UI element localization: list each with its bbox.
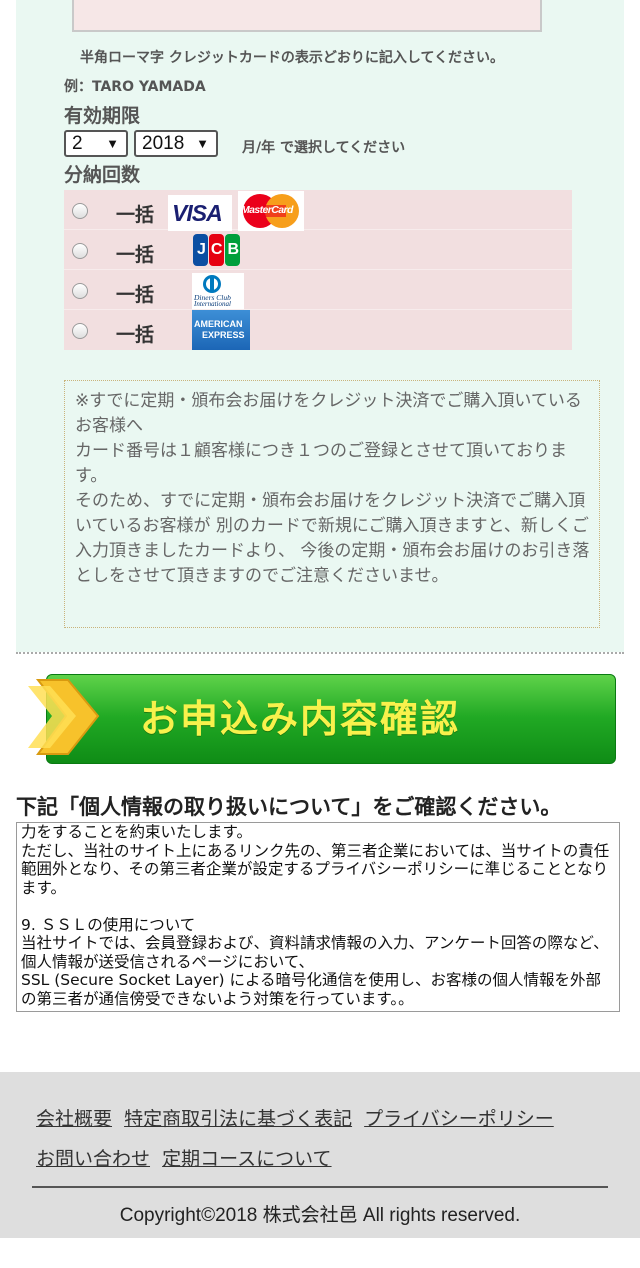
installments-label: 分納回数	[64, 164, 141, 186]
mastercard-logo-icon: MasterCard	[238, 191, 304, 231]
diners-club-logo-icon: Diners Club International	[192, 273, 244, 309]
privacy-title: 下記「個人情報の取り扱いについて」をご確認ください。	[16, 795, 562, 819]
radio-button[interactable]	[72, 203, 88, 219]
visa-logo-icon: VISA	[168, 195, 232, 231]
installment-option-diners[interactable]: 一括 Diners Club International	[64, 270, 572, 310]
installment-option-label: 一括	[116, 204, 155, 226]
expiry-year-select[interactable]: 2018 ▼	[134, 130, 218, 157]
privacy-policy-text: 力をすることを約束いたします。 ただし、当社のサイト上にあるリンク先の、第三者企…	[21, 823, 610, 1008]
expiry-month-select[interactable]: 2 ▼	[64, 130, 128, 157]
name-hint: 半角ローマ字 クレジットカードの表示どおりに記入してください。	[80, 50, 505, 66]
footer-link-contact[interactable]: お問い合わせ	[36, 1148, 150, 1170]
expiry-month-value: 2	[72, 133, 83, 154]
name-example: 例：TARO YAMADA	[64, 79, 206, 95]
copyright: Copyright©2018 株式会社邑 All rights reserved…	[119, 1205, 521, 1226]
installment-option-jcb[interactable]: 一括 JCB	[64, 230, 572, 270]
notice-text: ※すでに定期・頒布会お届けをクレジット決済でご購入頂いているお客様へ カード番号…	[75, 391, 590, 586]
installment-option-label: 一括	[116, 284, 155, 306]
installment-option-visa-master[interactable]: 一括 VISA MasterCard	[64, 190, 572, 231]
footer-links-row-2: お問い合わせ 定期コースについて	[36, 1144, 338, 1171]
installment-option-amex[interactable]: 一括 AMERICAN EXPRESS	[64, 310, 572, 350]
chevron-down-icon: ▼	[106, 136, 119, 151]
footer-link-subscription[interactable]: 定期コースについて	[162, 1148, 331, 1170]
arrow-right-icon	[28, 679, 100, 755]
confirm-order-button[interactable]: お申込み内容確認	[28, 672, 616, 766]
chevron-down-icon: ▼	[196, 136, 209, 151]
cardholder-name-input[interactable]	[72, 0, 542, 32]
footer-links-row-1: 会社概要 特定商取引法に基づく表記 プライバシーポリシー	[36, 1104, 560, 1131]
site-footer: 会社概要 特定商取引法に基づく表記 プライバシーポリシー お問い合わせ 定期コー…	[0, 1072, 640, 1238]
expiry-help: 月/年 で選択してください	[242, 140, 406, 156]
installment-option-label: 一括	[116, 244, 155, 266]
privacy-policy-textarea[interactable]: 力をすることを約束いたします。 ただし、当社のサイト上にあるリンク先の、第三者企…	[16, 822, 620, 1012]
section-divider	[16, 652, 624, 654]
registered-card-notice: ※すでに定期・頒布会お届けをクレジット決済でご購入頂いているお客様へ カード番号…	[64, 380, 600, 628]
footer-divider	[32, 1186, 608, 1188]
radio-button[interactable]	[72, 323, 88, 339]
jcb-logo-icon: JCB	[192, 233, 242, 267]
radio-button[interactable]	[72, 283, 88, 299]
installment-options: 一括 VISA MasterCard 一括 JCB 一括 Diners Club…	[64, 190, 572, 350]
radio-button[interactable]	[72, 243, 88, 259]
installment-option-label: 一括	[116, 324, 155, 346]
footer-link-company[interactable]: 会社概要	[36, 1108, 112, 1130]
expiry-label: 有効期限	[64, 105, 141, 127]
footer-link-privacy-policy[interactable]: プライバシーポリシー	[364, 1108, 554, 1130]
confirm-button-label: お申込み内容確認	[140, 697, 461, 741]
footer-link-commerce-law[interactable]: 特定商取引法に基づく表記	[124, 1108, 352, 1130]
amex-logo-icon: AMERICAN EXPRESS	[192, 310, 250, 350]
expiry-year-value: 2018	[142, 133, 185, 154]
